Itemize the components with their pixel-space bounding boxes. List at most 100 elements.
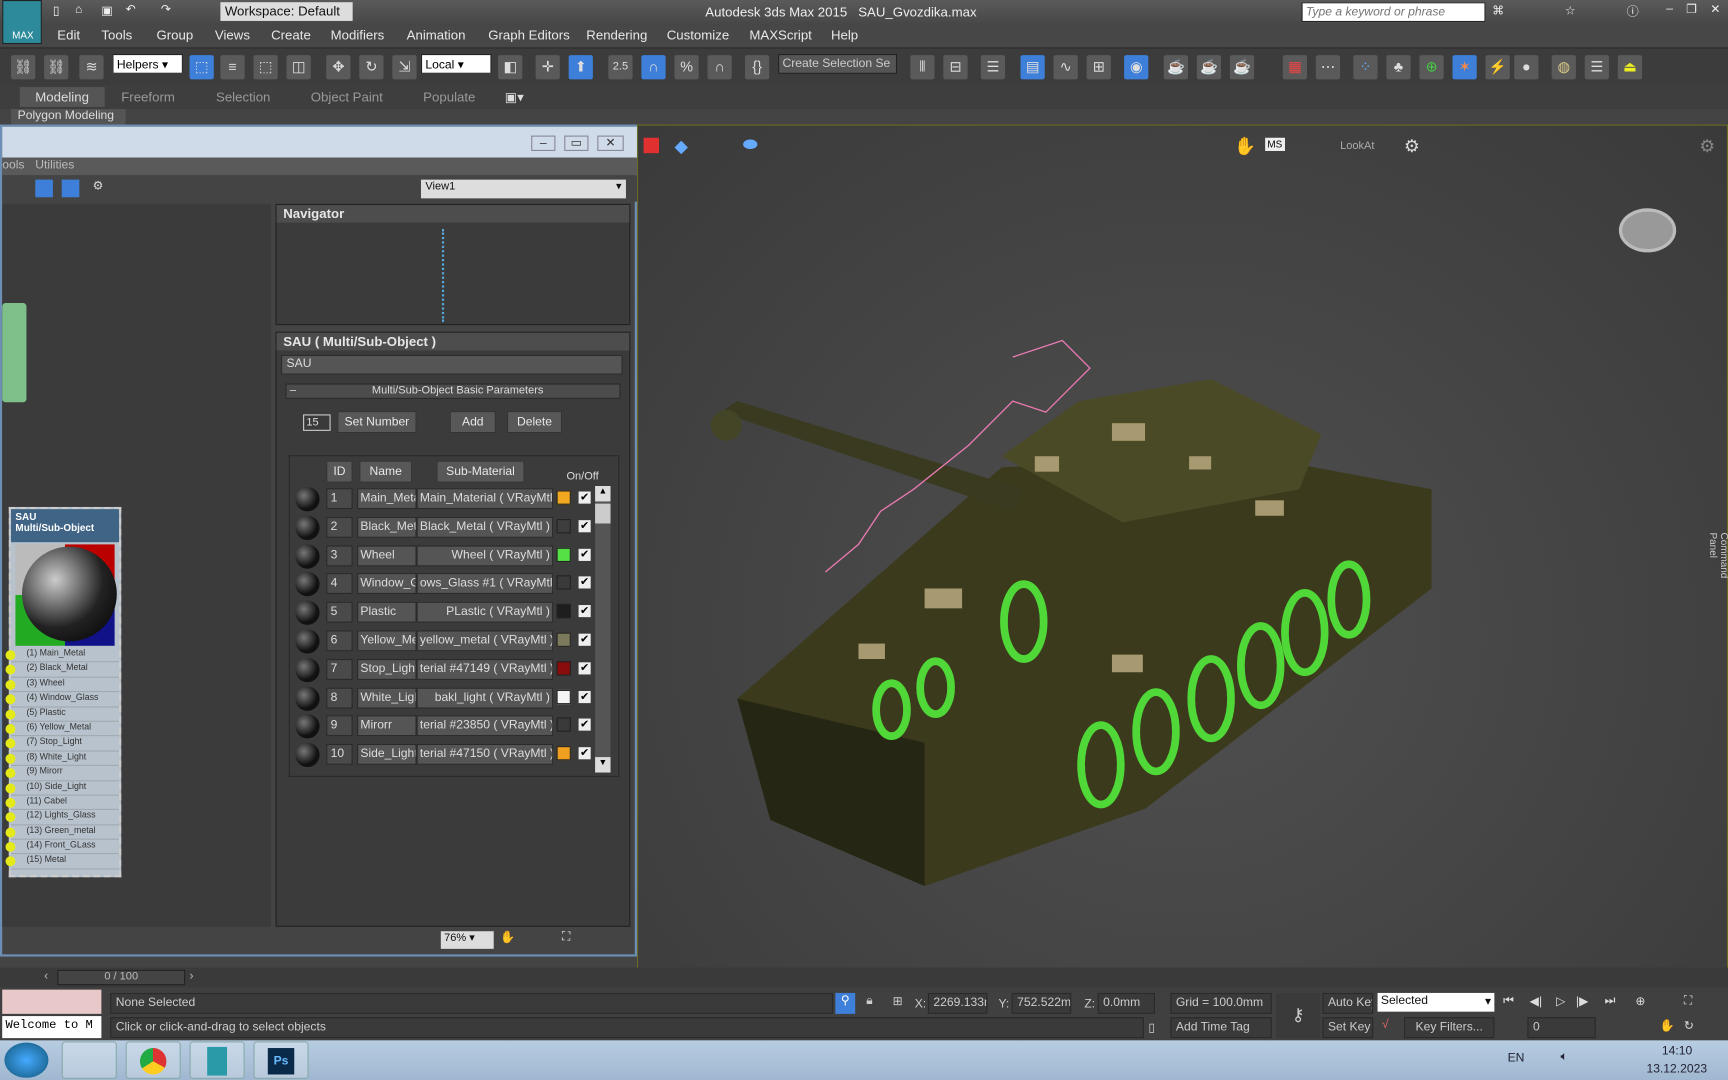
- snaps-toggle-icon[interactable]: 2.5: [608, 55, 633, 80]
- menu-tools[interactable]: Tools: [101, 28, 132, 43]
- scene-explorer-icon[interactable]: ▤: [1020, 55, 1045, 80]
- other-node[interactable]: [2, 303, 27, 403]
- restore-icon[interactable]: ❐: [1686, 2, 1697, 16]
- polygon-modeling-panel[interactable]: Polygon Modeling: [11, 109, 126, 125]
- viewcube[interactable]: [1618, 208, 1677, 253]
- percent-snap-icon[interactable]: %: [674, 55, 699, 80]
- row-color-swatch[interactable]: [556, 604, 571, 619]
- material-thumbnail[interactable]: [295, 657, 320, 682]
- render-setup-icon[interactable]: ☕: [1163, 55, 1188, 80]
- row-onoff-checkbox[interactable]: ✔: [578, 718, 591, 732]
- row-submaterial-button[interactable]: Main_Material ( VRayMtl ): [416, 488, 554, 510]
- schematic-view-icon[interactable]: ⊞: [1086, 55, 1111, 80]
- row-submaterial-button[interactable]: Black_Metal ( VRayMtl ): [416, 516, 554, 538]
- next-key-icon[interactable]: |▶: [1576, 994, 1588, 1008]
- row-submaterial-button[interactable]: terial #23850 ( VRayMtl ): [416, 715, 554, 737]
- view-select-dropdown[interactable]: View1 ▾: [420, 179, 626, 199]
- row-onoff-checkbox[interactable]: ✔: [578, 491, 591, 504]
- help-icon[interactable]: ⓘ: [1627, 2, 1639, 20]
- menu-help[interactable]: Help: [831, 28, 858, 43]
- row-name-field[interactable]: Plastic: [357, 601, 417, 623]
- open-file-icon[interactable]: ⌂: [75, 3, 82, 16]
- material-thumbnail[interactable]: [295, 600, 320, 626]
- node-slot[interactable]: (5) Plastic: [5, 707, 120, 722]
- export-icon[interactable]: ⏏: [1617, 55, 1643, 80]
- lock-icon[interactable]: 🔒︎: [866, 994, 872, 1008]
- node-slot[interactable]: (6) Yellow_Metal: [5, 722, 120, 737]
- auto-key-button[interactable]: Auto Key: [1322, 992, 1374, 1014]
- window-crossing-icon[interactable]: ◫: [286, 55, 311, 80]
- list-scrollbar[interactable]: ▲ ▼: [595, 485, 611, 773]
- add-button[interactable]: Add: [449, 411, 496, 434]
- node-slot[interactable]: (7) Stop_Light: [5, 737, 120, 752]
- set-number-button[interactable]: Set Number: [337, 411, 417, 434]
- menu-maxscript[interactable]: MAXScript: [749, 28, 811, 43]
- rollout-header[interactable]: – Multi/Sub-Object Basic Parameters: [285, 383, 621, 399]
- ribbon-tab-freeform[interactable]: Freeform: [121, 89, 175, 104]
- particle-icon[interactable]: ⁘: [1353, 55, 1378, 80]
- ribbon-tab-modeling[interactable]: Modeling: [19, 87, 105, 107]
- row-color-swatch[interactable]: [556, 518, 571, 534]
- sme-menu-utilities[interactable]: Utilities: [35, 159, 74, 172]
- node-slot[interactable]: (14) Front_GLass: [5, 840, 120, 855]
- next-frame-arrow[interactable]: ›: [190, 970, 194, 983]
- time-slider[interactable]: 0 / 100 ‹ ›: [0, 967, 1728, 988]
- keyboard-shortcut-icon[interactable]: ⬆: [568, 55, 593, 80]
- tree-icon[interactable]: ♣: [1386, 55, 1411, 80]
- key-mode-dropdown[interactable]: Selected ▾: [1377, 992, 1495, 1012]
- undo-icon[interactable]: ↶: [126, 2, 136, 16]
- node-slot[interactable]: (15) Metal: [5, 855, 120, 870]
- zoom-extents-icon[interactable]: ⛶: [562, 930, 570, 944]
- rendered-frame-icon[interactable]: ☕: [1196, 55, 1222, 80]
- goto-start-icon[interactable]: ⏮: [1503, 994, 1514, 1008]
- absolute-mode-icon[interactable]: ⊞: [893, 994, 903, 1008]
- y-coord-field[interactable]: 752.522mm: [1011, 992, 1072, 1014]
- row-onoff-checkbox[interactable]: ✔: [578, 519, 591, 533]
- curve-editor-icon[interactable]: ∿: [1053, 55, 1078, 80]
- zoom-extents-all-icon[interactable]: ⛶: [1684, 994, 1692, 1008]
- hand-icon[interactable]: ✋: [1234, 136, 1256, 158]
- target-icon[interactable]: ⊕: [1419, 55, 1444, 80]
- pan-icon[interactable]: ✋: [500, 930, 515, 944]
- sme-maximize-icon[interactable]: ▭: [564, 135, 589, 151]
- row-name-field[interactable]: White_Ligh: [357, 687, 417, 709]
- options-icon[interactable]: ⚙: [93, 179, 104, 193]
- material-thumbnail[interactable]: [295, 515, 320, 540]
- menu-edit[interactable]: Edit: [57, 28, 80, 43]
- row-name-field[interactable]: Window_G: [357, 573, 417, 595]
- ribbon-options-icon[interactable]: ▣▾: [505, 89, 524, 104]
- count-input[interactable]: [303, 414, 331, 431]
- menu-rendering[interactable]: Rendering: [586, 28, 647, 43]
- angle-snap-icon[interactable]: ∩: [641, 55, 666, 80]
- sun-icon[interactable]: ◍: [1551, 55, 1576, 80]
- row-submaterial-button[interactable]: terial #47149 ( VRayMtl ): [416, 658, 554, 680]
- redo-icon[interactable]: ↷: [161, 2, 171, 16]
- node-slot[interactable]: (1) Main_Metal: [5, 648, 120, 663]
- clock-time[interactable]: 14:10: [1662, 1045, 1692, 1058]
- perspective-viewport[interactable]: Command Panel: [636, 124, 1728, 974]
- sphere-icon[interactable]: ●: [1514, 55, 1539, 80]
- add-time-tag-button[interactable]: Add Time Tag: [1170, 1017, 1272, 1039]
- material-thumbnail[interactable]: [295, 629, 320, 654]
- node-slot[interactable]: (13) Green_metal: [5, 825, 120, 840]
- clock-date[interactable]: 13.12.2023: [1646, 1062, 1707, 1075]
- material-node[interactable]: SAU Multi/Sub-Object (1) Main_Metal (2) B…: [5, 506, 122, 878]
- material-editor-icon[interactable]: ◉: [1124, 55, 1149, 80]
- row-onoff-checkbox[interactable]: ✔: [578, 605, 591, 618]
- move-icon[interactable]: ✥: [326, 55, 351, 80]
- scale-icon[interactable]: ⇲: [392, 55, 417, 80]
- mirror-icon[interactable]: ⫴: [910, 55, 935, 80]
- node-slot[interactable]: (2) Black_Metal: [5, 663, 120, 678]
- ribbon-tab-object-paint[interactable]: Object Paint: [311, 89, 383, 104]
- menu-customize[interactable]: Customize: [667, 28, 729, 43]
- prev-key-icon[interactable]: ◀|: [1530, 994, 1542, 1008]
- render-production-icon[interactable]: ☕: [1229, 55, 1255, 80]
- menu-animation[interactable]: Animation: [407, 28, 466, 43]
- header-id[interactable]: ID: [326, 460, 353, 483]
- star-icon[interactable]: ☆: [1565, 3, 1576, 17]
- row-name-field[interactable]: Stop_Light: [357, 658, 417, 680]
- minimize-icon[interactable]: –: [1666, 2, 1673, 15]
- layout-icon[interactable]: [35, 179, 53, 198]
- row-color-swatch[interactable]: [556, 717, 571, 733]
- material-thumbnail[interactable]: [295, 742, 320, 768]
